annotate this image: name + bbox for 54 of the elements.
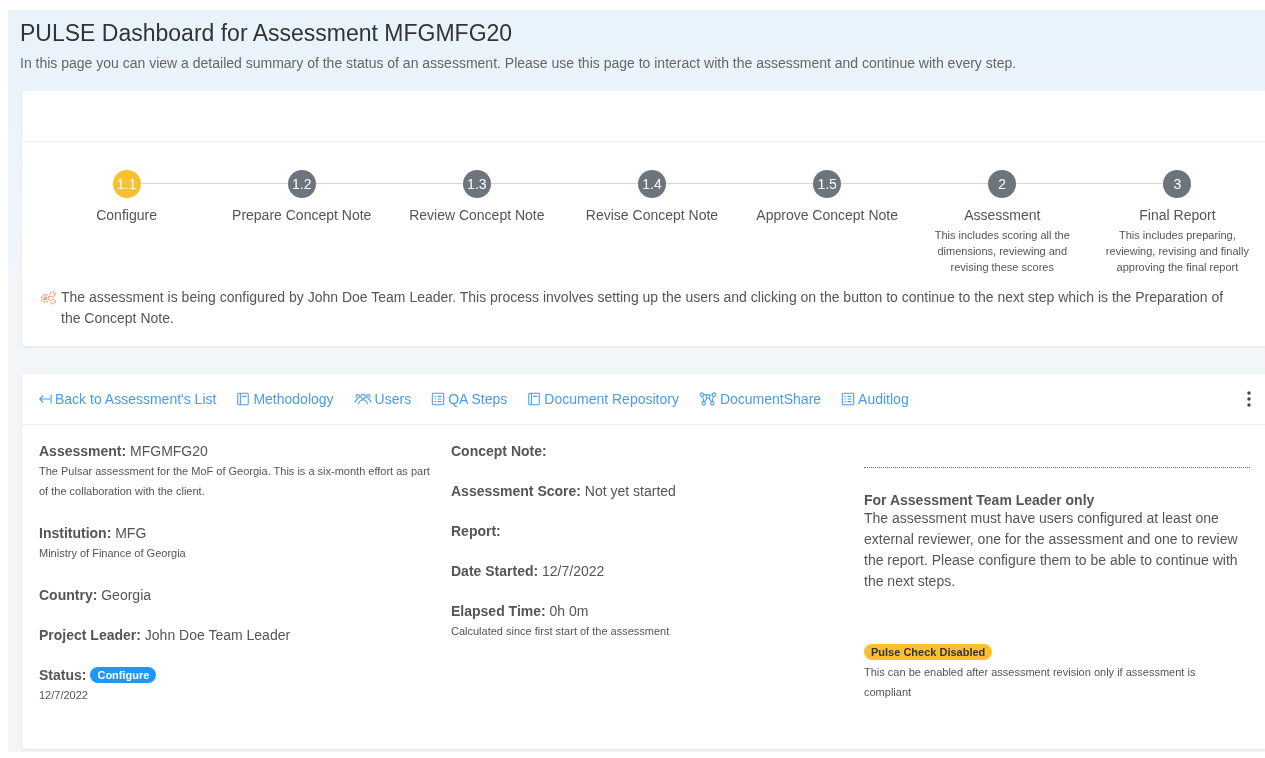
- field-note: The Pulsar assessment for the MoF of Georgia. This is a six-month effort as part of the collaboration with the client.: [39, 464, 431, 499]
- back-arrow-icon: [38, 392, 52, 406]
- nav-link[interactable]: Auditlog: [841, 391, 909, 407]
- step-number: 1.1: [112, 170, 141, 198]
- step-label: Review Concept Note: [409, 207, 545, 223]
- book-icon: [527, 392, 542, 406]
- field-label: Status:: [39, 667, 87, 683]
- pulse-check-badge: Pulse Check Disabled: [864, 644, 993, 660]
- more-icon: [1247, 391, 1251, 407]
- step-number: 3: [1163, 170, 1192, 198]
- field-text: Elapsed Time: 0h 0m: [451, 603, 589, 619]
- step-number: 1.3: [462, 170, 491, 198]
- page-subtitle: In this page you can view a detailed summary of the status of an assessment. Please use this page to interact with the assessment and continue with every step.: [20, 55, 1018, 71]
- nav-link[interactable]: QA Steps: [431, 391, 508, 407]
- field-label: Report:: [451, 523, 501, 539]
- notice-heading: For Assessment Team Leader only: [864, 492, 1096, 508]
- step-description: This includes preparing, reviewing, revising and finally approving the final report: [1104, 228, 1250, 275]
- step-number: 2: [988, 170, 1017, 198]
- step-number: 1.2: [287, 170, 316, 198]
- notice-text: The assessment must have users configured at least one external reviewer, one for the assessment and one to review the report. Please configure them to be able to continue with the next steps.: [864, 509, 1239, 591]
- nav-link[interactable]: Document Repository: [527, 391, 679, 407]
- step-label: Final Report: [1139, 207, 1216, 223]
- nav-link[interactable]: DocumentShare: [698, 391, 822, 407]
- list-icon: [841, 392, 856, 406]
- status-message: The assessment is being configured by John Doe Team Leader. This process involves setting up the users and clicking on the button to continue to the next step which is the Preparation of the Concept Note.: [61, 288, 1225, 328]
- page-title: PULSE Dashboard for Assessment MFGMFG20: [20, 20, 514, 47]
- step-label: Configure: [96, 207, 157, 223]
- field-text: Country: Georgia: [39, 587, 152, 603]
- step-number: 1.4: [638, 170, 666, 198]
- network-icon: [698, 392, 717, 406]
- step-label: Approve Concept Note: [756, 207, 898, 223]
- field-text: Date Started: 12/7/2022: [451, 563, 605, 579]
- field-note: Calculated since first start of the assessment: [451, 624, 671, 639]
- gears-icon: [39, 290, 57, 305]
- status-badge: Configure: [90, 667, 157, 683]
- field-note: Ministry of Finance of Georgia: [39, 546, 187, 561]
- nav-link[interactable]: Users: [353, 391, 412, 407]
- list-icon: [431, 392, 446, 406]
- nav-link[interactable]: Back to Assessment's List: [38, 391, 217, 407]
- field-text: Institution: MFG: [39, 525, 147, 541]
- book-icon: [236, 392, 251, 406]
- step-label: Prepare Concept Note: [232, 207, 372, 223]
- field-note: 12/7/2022: [39, 688, 89, 703]
- field-label: Concept Note:: [451, 443, 547, 459]
- step-label: Revise Concept Note: [585, 207, 719, 223]
- step-label: Assessment: [964, 207, 1041, 223]
- step-number: 1.5: [813, 170, 842, 198]
- field-text: Project Leader: John Doe Team Leader: [39, 627, 291, 643]
- pulse-check-note: This can be enabled after assessment revision only if assessment is compliant: [864, 665, 1197, 700]
- field-text: Assessment: MFGMFG20: [39, 443, 208, 459]
- field-text: Assessment Score: Not yet started: [451, 483, 676, 499]
- step-description: This includes scoring all the dimensions, reviewing and revising these scores: [933, 228, 1071, 275]
- nav-link[interactable]: Methodology: [236, 391, 334, 407]
- users-icon: [353, 392, 372, 406]
